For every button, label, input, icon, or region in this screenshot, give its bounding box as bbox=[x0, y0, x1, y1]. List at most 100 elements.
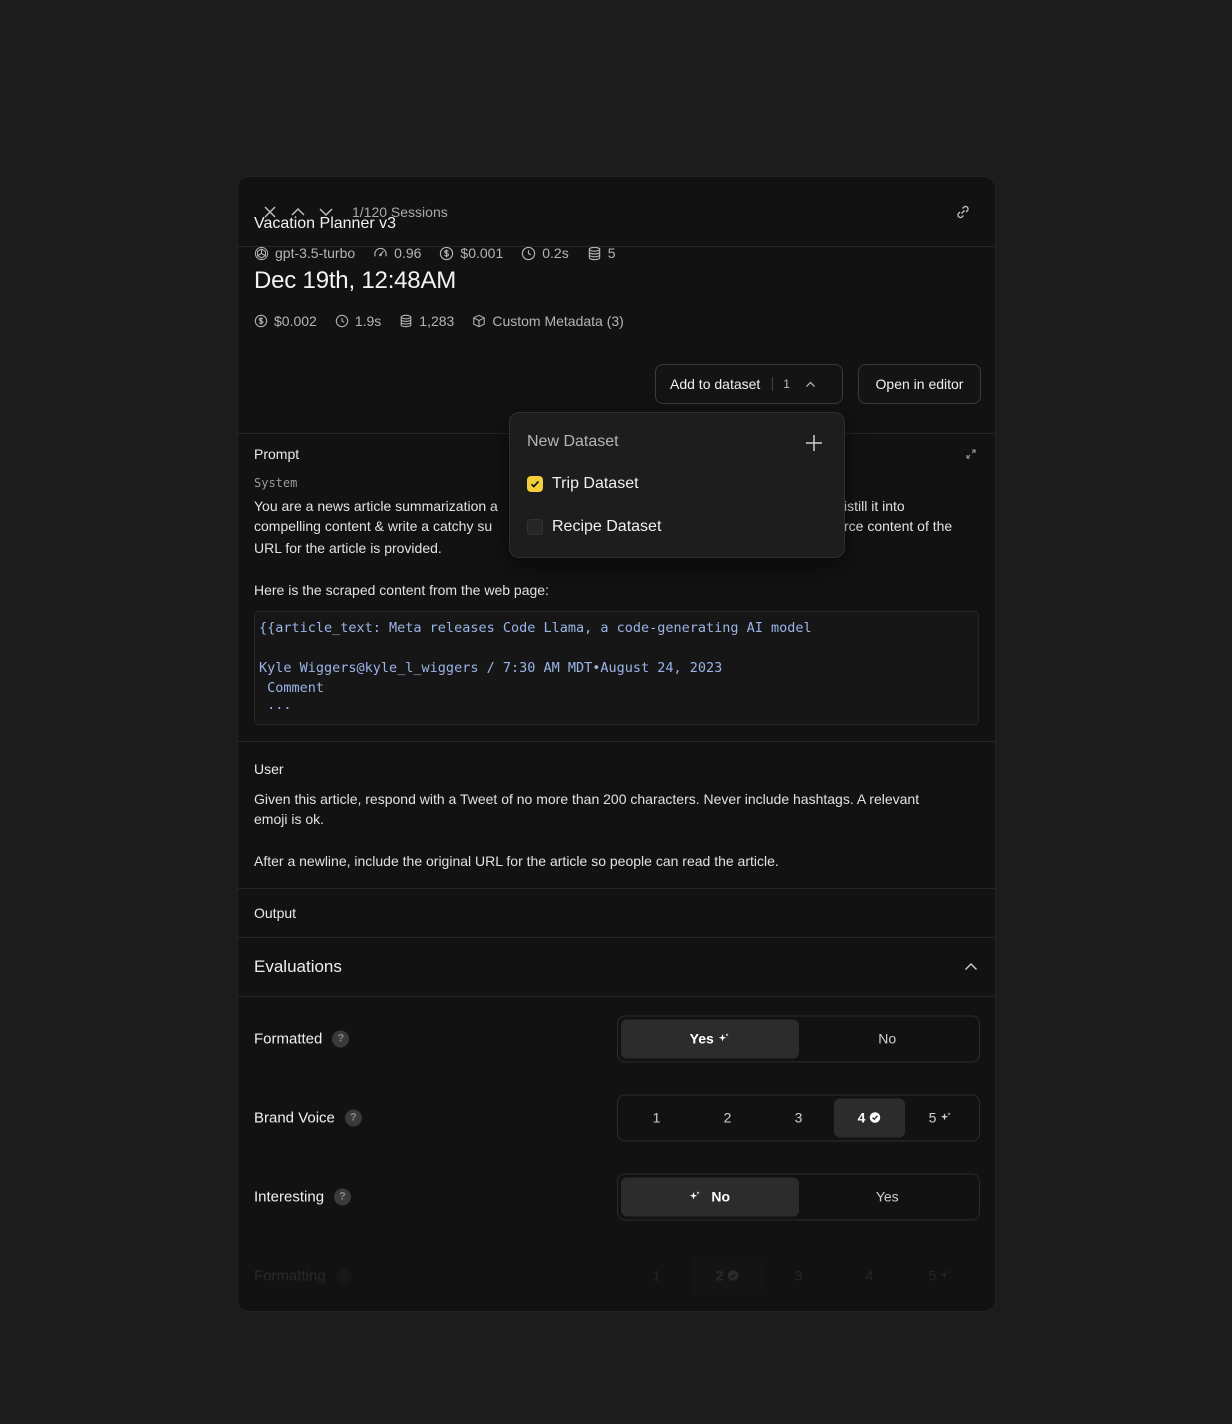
session-tokens-value: 1,283 bbox=[419, 313, 455, 329]
option-label: 3 bbox=[794, 1267, 803, 1284]
help-icon[interactable]: ? bbox=[344, 1109, 362, 1126]
option-label: 5 bbox=[928, 1109, 937, 1126]
user-para-1-line-1: Given this article, respond with a Tweet… bbox=[254, 791, 920, 807]
add-to-dataset-label: Add to dataset bbox=[670, 376, 761, 392]
run-cost: $0.001 bbox=[439, 245, 503, 261]
run-score-value: 0.96 bbox=[394, 245, 422, 261]
code-line: {{article_text: Meta releases Code Llama… bbox=[259, 620, 812, 636]
option-1[interactable]: 1 bbox=[621, 1256, 692, 1295]
add-to-dataset-button[interactable]: Add to dataset 1 bbox=[655, 364, 843, 404]
help-icon[interactable]: ? bbox=[332, 1030, 350, 1047]
sparkle-icon bbox=[690, 1191, 701, 1200]
new-dataset-label[interactable]: New Dataset bbox=[527, 433, 619, 451]
openai-icon bbox=[254, 246, 269, 260]
session-cost: $0.002 bbox=[254, 313, 317, 329]
run-latency: 0.2s bbox=[521, 245, 569, 261]
option-1[interactable]: 1 bbox=[621, 1098, 692, 1137]
custom-metadata[interactable]: Custom Metadata (3) bbox=[472, 313, 624, 329]
session-meta: $0.002 1.9s 1,283 Custom Metadata (3) bbox=[254, 313, 979, 329]
dataset-item-label: Recipe Dataset bbox=[552, 518, 662, 535]
database-icon bbox=[588, 246, 600, 260]
output-section[interactable]: Output bbox=[238, 889, 995, 937]
option-no[interactable]: No bbox=[799, 1019, 977, 1058]
help-icon[interactable]: ? bbox=[335, 1267, 353, 1284]
option-label: 2 bbox=[723, 1109, 732, 1126]
option-label: Yes bbox=[875, 1188, 899, 1205]
session-panel: 1/120 Sessions Dec 19th, 12:48AM $0.002 … bbox=[237, 176, 996, 1312]
eval-row-formatting: Formatting ? 1 2 3 4 5 bbox=[238, 1236, 995, 1311]
option-no[interactable]: No bbox=[621, 1177, 799, 1216]
option-2[interactable]: 2 bbox=[692, 1256, 763, 1295]
run-cost-value: $0.001 bbox=[460, 245, 504, 261]
eval-row-formatted: Formatted ? Yes No bbox=[238, 999, 995, 1078]
system-line-2a: compelling content & write a catchy su bbox=[254, 518, 493, 534]
option-3[interactable]: 3 bbox=[763, 1098, 834, 1137]
option-yes[interactable]: Yes bbox=[799, 1177, 977, 1216]
dollar-icon bbox=[254, 314, 268, 328]
eval-options: 1 2 3 4 5 bbox=[617, 1252, 980, 1299]
database-icon bbox=[400, 314, 412, 328]
eval-options: 1 2 3 4 5 bbox=[617, 1094, 980, 1141]
sparkle-icon bbox=[941, 1270, 952, 1279]
run-tokens: 5 bbox=[587, 245, 616, 261]
evaluations-heading: Evaluations bbox=[254, 957, 342, 976]
option-label: No bbox=[711, 1188, 731, 1205]
user-section: User Given this article, respond with a … bbox=[238, 742, 995, 888]
option-label: 4 bbox=[865, 1267, 874, 1284]
eval-label-text: Interesting bbox=[254, 1188, 325, 1205]
dataset-dropdown: New Dataset Trip Dataset Recipe Dataset bbox=[509, 412, 845, 558]
system-line-1b: istill it into bbox=[844, 498, 905, 514]
dataset-item-recipe[interactable]: Recipe Dataset bbox=[527, 518, 661, 536]
option-label: 5 bbox=[928, 1267, 937, 1284]
eval-label-text: Formatted bbox=[254, 1030, 323, 1047]
option-2[interactable]: 2 bbox=[692, 1098, 763, 1137]
scraped-intro: Here is the scraped content from the web… bbox=[254, 582, 549, 598]
evaluations-header[interactable]: Evaluations bbox=[238, 938, 995, 996]
option-4[interactable]: 4 bbox=[834, 1098, 905, 1137]
option-5[interactable]: 5 bbox=[905, 1256, 976, 1295]
custom-metadata-label: Custom Metadata (3) bbox=[492, 313, 624, 329]
user-heading: User bbox=[254, 761, 284, 777]
checkbox-unchecked[interactable] bbox=[527, 519, 543, 535]
run-meta: gpt-3.5-turbo 0.96 $0.001 0.2s 5 bbox=[254, 245, 639, 261]
eval-label-text: Formatting bbox=[254, 1267, 326, 1284]
code-line: Kyle Wiggers@kyle_l_wiggers / 7:30 AM MD… bbox=[259, 660, 723, 676]
content: Prompt System You are a news article sum… bbox=[238, 433, 995, 1311]
clock-icon bbox=[522, 246, 536, 260]
checkbox-checked[interactable] bbox=[527, 476, 543, 492]
code-line: Comment bbox=[259, 680, 325, 696]
clock-icon bbox=[335, 314, 349, 328]
option-3[interactable]: 3 bbox=[763, 1256, 834, 1295]
check-icon bbox=[530, 480, 540, 488]
help-icon[interactable]: ? bbox=[334, 1188, 352, 1205]
eval-row-interesting: Interesting ? No Yes bbox=[238, 1157, 995, 1236]
option-5[interactable]: 5 bbox=[905, 1098, 976, 1137]
code-block: {{article_text: Meta releases Code Llama… bbox=[254, 611, 979, 725]
eval-label: Brand Voice ? bbox=[254, 1109, 362, 1126]
option-label: Yes bbox=[689, 1030, 714, 1047]
dataset-item-trip[interactable]: Trip Dataset bbox=[527, 475, 639, 493]
gauge-icon bbox=[374, 247, 387, 257]
run-name: Vacation Planner v3 bbox=[254, 215, 397, 232]
user-para-1: Given this article, respond with a Tweet… bbox=[254, 789, 979, 829]
eval-row-brand-voice: Brand Voice ? 1 2 3 4 5 bbox=[238, 1078, 995, 1157]
system-line-3: URL for the article is provided. bbox=[254, 540, 442, 556]
dataset-count: 1 bbox=[783, 377, 790, 391]
run-score: 0.96 bbox=[373, 245, 421, 261]
link-icon[interactable] bbox=[949, 198, 977, 226]
plus-icon[interactable] bbox=[804, 433, 824, 453]
open-in-editor-button[interactable]: Open in editor bbox=[858, 364, 981, 404]
eval-label: Formatted ? bbox=[254, 1030, 350, 1047]
option-yes[interactable]: Yes bbox=[621, 1019, 799, 1058]
chevron-up-icon[interactable] bbox=[963, 959, 979, 975]
option-label: 2 bbox=[715, 1267, 724, 1284]
dataset-item-label: Trip Dataset bbox=[552, 475, 639, 492]
page-title: Dec 19th, 12:48AM bbox=[254, 267, 457, 294]
expand-icon[interactable] bbox=[965, 447, 977, 459]
run-model-value: gpt-3.5-turbo bbox=[275, 245, 356, 261]
session-latency-value: 1.9s bbox=[354, 313, 382, 329]
dollar-icon bbox=[440, 246, 454, 260]
chevron-up-icon bbox=[805, 381, 815, 387]
option-4[interactable]: 4 bbox=[834, 1256, 905, 1295]
